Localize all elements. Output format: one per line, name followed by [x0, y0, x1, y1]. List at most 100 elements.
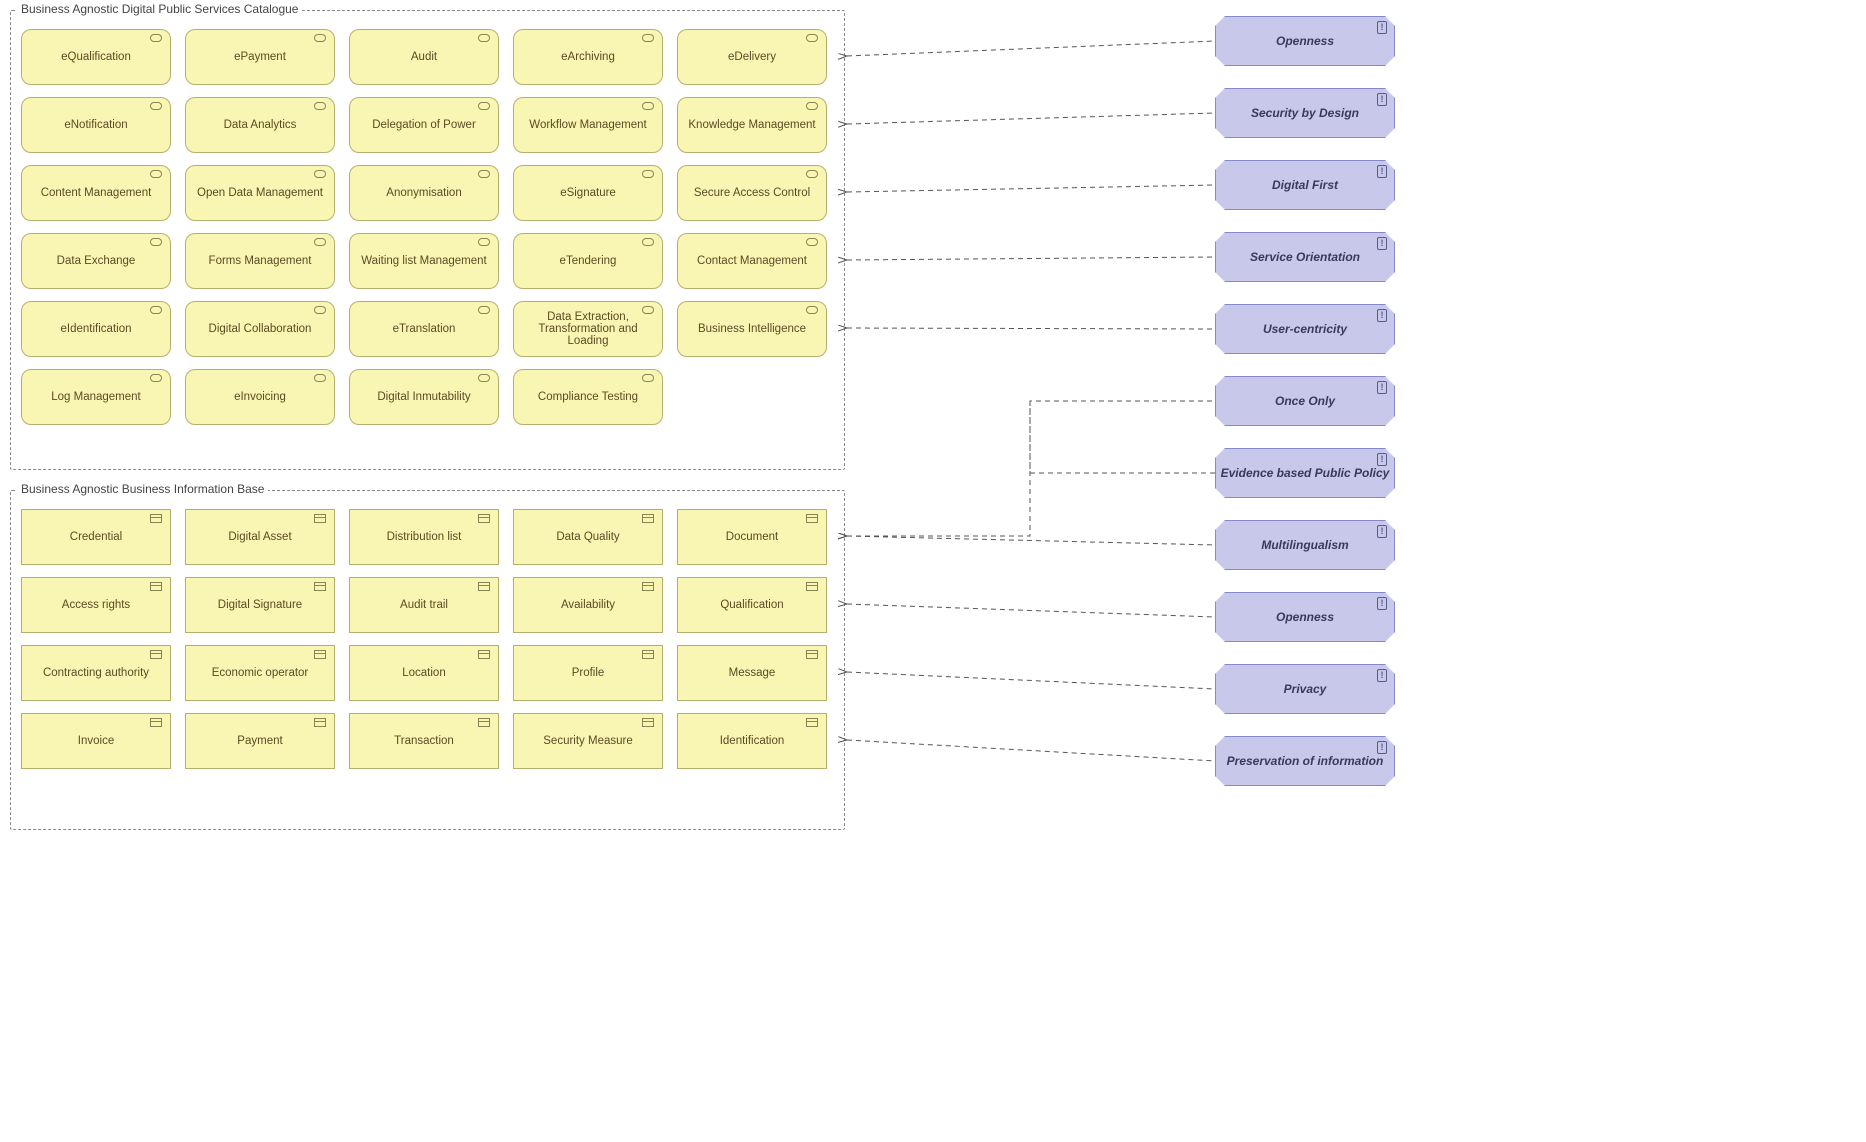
principle-node[interactable]: Openness!	[1215, 16, 1395, 66]
principle-label: Evidence based Public Policy	[1221, 466, 1390, 480]
principle-icon: !	[1377, 21, 1387, 34]
node-label: Audit	[411, 51, 437, 63]
business-object-icon	[150, 650, 164, 660]
principle-node[interactable]: Evidence based Public Policy!	[1215, 448, 1395, 498]
service-node[interactable]: eTendering	[513, 233, 663, 289]
information-node[interactable]: Contracting authority	[21, 645, 171, 701]
business-object-icon	[314, 718, 328, 728]
business-object-icon	[806, 582, 820, 592]
information-node[interactable]: Document	[677, 509, 827, 565]
service-icon	[314, 306, 328, 316]
service-node[interactable]: Waiting list Management	[349, 233, 499, 289]
service-node[interactable]: Contact Management	[677, 233, 827, 289]
principle-label: Openness	[1276, 610, 1334, 624]
principle-node[interactable]: Digital First!	[1215, 160, 1395, 210]
service-node[interactable]: Content Management	[21, 165, 171, 221]
service-node[interactable]: Business Intelligence	[677, 301, 827, 357]
service-node[interactable]: eNotification	[21, 97, 171, 153]
service-node[interactable]: Digital Collaboration	[185, 301, 335, 357]
information-node[interactable]: Qualification	[677, 577, 827, 633]
business-object-icon	[478, 582, 492, 592]
service-node[interactable]: Audit	[349, 29, 499, 85]
node-label: Economic operator	[212, 667, 309, 679]
information-node[interactable]: Invoice	[21, 713, 171, 769]
service-node[interactable]: Digital Inmutability	[349, 369, 499, 425]
information-node[interactable]: Audit trail	[349, 577, 499, 633]
node-label: Data Extraction, Transformation and Load…	[522, 311, 654, 347]
principle-node[interactable]: Once Only!	[1215, 376, 1395, 426]
principle-icon: !	[1377, 381, 1387, 394]
principle-node[interactable]: Security by Design!	[1215, 88, 1395, 138]
node-label: Forms Management	[209, 255, 312, 267]
information-node[interactable]: Digital Asset	[185, 509, 335, 565]
service-node[interactable]: Log Management	[21, 369, 171, 425]
principle-node[interactable]: Preservation of information!	[1215, 736, 1395, 786]
node-label: Workflow Management	[529, 119, 646, 131]
node-label: Payment	[237, 735, 282, 747]
service-node[interactable]: ePayment	[185, 29, 335, 85]
node-label: Business Intelligence	[698, 323, 806, 335]
service-node[interactable]: Data Analytics	[185, 97, 335, 153]
service-node[interactable]: eQualification	[21, 29, 171, 85]
information-node[interactable]: Availability	[513, 577, 663, 633]
service-node[interactable]: eSignature	[513, 165, 663, 221]
information-node[interactable]: Distribution list	[349, 509, 499, 565]
service-node[interactable]: eInvoicing	[185, 369, 335, 425]
service-node[interactable]: Forms Management	[185, 233, 335, 289]
service-node[interactable]: Secure Access Control	[677, 165, 827, 221]
node-label: Knowledge Management	[688, 119, 815, 131]
node-label: eDelivery	[728, 51, 776, 63]
information-node[interactable]: Digital Signature	[185, 577, 335, 633]
information-node[interactable]: Economic operator	[185, 645, 335, 701]
node-label: Delegation of Power	[372, 119, 476, 131]
information-node[interactable]: Profile	[513, 645, 663, 701]
principle-node[interactable]: Service Orientation!	[1215, 232, 1395, 282]
service-node[interactable]: eIdentification	[21, 301, 171, 357]
information-node[interactable]: Credential	[21, 509, 171, 565]
principle-icon: !	[1377, 165, 1387, 178]
information-node[interactable]: Message	[677, 645, 827, 701]
node-label: Open Data Management	[197, 187, 323, 199]
information-node[interactable]: Payment	[185, 713, 335, 769]
service-node[interactable]: Data Exchange	[21, 233, 171, 289]
principle-label: User-centricity	[1263, 322, 1347, 336]
principle-node[interactable]: Openness!	[1215, 592, 1395, 642]
service-icon	[642, 306, 656, 316]
information-node[interactable]: Security Measure	[513, 713, 663, 769]
principle-node[interactable]: Privacy!	[1215, 664, 1395, 714]
service-icon	[806, 170, 820, 180]
service-node[interactable]: Knowledge Management	[677, 97, 827, 153]
group-information-title: Business Agnostic Business Information B…	[17, 482, 268, 496]
service-node[interactable]: Workflow Management	[513, 97, 663, 153]
service-node[interactable]: Compliance Testing	[513, 369, 663, 425]
node-label: Contracting authority	[43, 667, 149, 679]
service-icon	[314, 238, 328, 248]
service-node[interactable]: Data Extraction, Transformation and Load…	[513, 301, 663, 357]
service-node[interactable]: Open Data Management	[185, 165, 335, 221]
information-node[interactable]: Transaction	[349, 713, 499, 769]
information-node[interactable]: Data Quality	[513, 509, 663, 565]
business-object-icon	[478, 718, 492, 728]
business-object-icon	[642, 718, 656, 728]
node-label: Message	[729, 667, 776, 679]
service-icon	[806, 102, 820, 112]
service-node[interactable]: eArchiving	[513, 29, 663, 85]
service-icon	[150, 238, 164, 248]
principle-node[interactable]: Multilingualism!	[1215, 520, 1395, 570]
service-node[interactable]: eTranslation	[349, 301, 499, 357]
service-icon	[150, 34, 164, 44]
service-node[interactable]: eDelivery	[677, 29, 827, 85]
service-icon	[478, 170, 492, 180]
information-node[interactable]: Access rights	[21, 577, 171, 633]
node-label: Digital Asset	[228, 531, 291, 543]
information-node[interactable]: Identification	[677, 713, 827, 769]
principle-node[interactable]: User-centricity!	[1215, 304, 1395, 354]
information-node[interactable]: Location	[349, 645, 499, 701]
principle-label: Security by Design	[1251, 106, 1359, 120]
service-node[interactable]: Anonymisation	[349, 165, 499, 221]
node-label: Security Measure	[543, 735, 632, 747]
service-node[interactable]: Delegation of Power	[349, 97, 499, 153]
node-label: Digital Signature	[218, 599, 302, 611]
service-icon	[806, 306, 820, 316]
service-icon	[642, 170, 656, 180]
